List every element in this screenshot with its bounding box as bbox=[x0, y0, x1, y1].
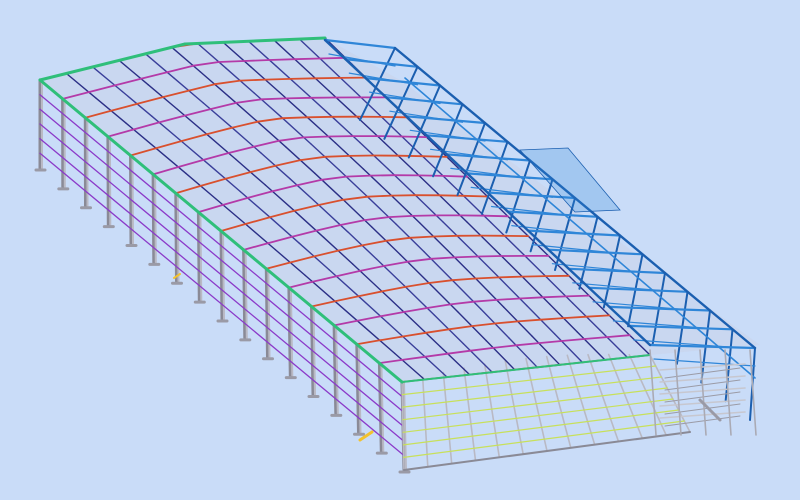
rafter bbox=[421, 155, 448, 158]
end-column bbox=[483, 363, 501, 459]
end-column bbox=[442, 371, 453, 465]
rafter bbox=[497, 275, 524, 279]
rafter bbox=[302, 135, 330, 139]
rafter bbox=[243, 59, 271, 62]
rafter bbox=[306, 115, 334, 119]
model-viewport[interactable] bbox=[0, 0, 800, 500]
rafter bbox=[268, 58, 296, 61]
stair-post bbox=[649, 349, 657, 436]
rafter bbox=[345, 174, 372, 178]
rafter bbox=[324, 154, 351, 158]
rafter bbox=[319, 56, 347, 60]
rafter bbox=[289, 77, 317, 80]
rafter bbox=[483, 214, 509, 218]
rafter bbox=[293, 57, 321, 61]
rafter bbox=[518, 296, 544, 300]
roof-fill bbox=[40, 38, 760, 382]
end-column bbox=[463, 367, 477, 462]
rafter bbox=[438, 194, 465, 197]
rafter bbox=[281, 116, 309, 120]
rafter bbox=[565, 294, 590, 298]
rafter bbox=[239, 78, 267, 82]
rafter bbox=[462, 194, 489, 198]
rafter bbox=[477, 255, 503, 258]
rafter bbox=[453, 255, 480, 259]
rafter bbox=[432, 234, 459, 238]
rafter bbox=[260, 97, 288, 101]
end-girt bbox=[402, 387, 668, 421]
rafter bbox=[542, 295, 567, 299]
end-base-beam bbox=[403, 431, 691, 471]
rafter bbox=[285, 96, 313, 100]
rafter bbox=[417, 174, 444, 177]
rafter bbox=[474, 276, 500, 280]
rafter bbox=[366, 194, 393, 198]
rafter bbox=[264, 78, 292, 81]
rafter bbox=[217, 60, 246, 63]
rafter bbox=[411, 214, 438, 217]
rafter bbox=[387, 214, 414, 219]
rafter bbox=[521, 275, 547, 278]
end-column bbox=[421, 376, 429, 468]
steel-frame-model[interactable] bbox=[0, 0, 800, 500]
rafter bbox=[401, 135, 428, 139]
roof-plane bbox=[40, 38, 760, 382]
